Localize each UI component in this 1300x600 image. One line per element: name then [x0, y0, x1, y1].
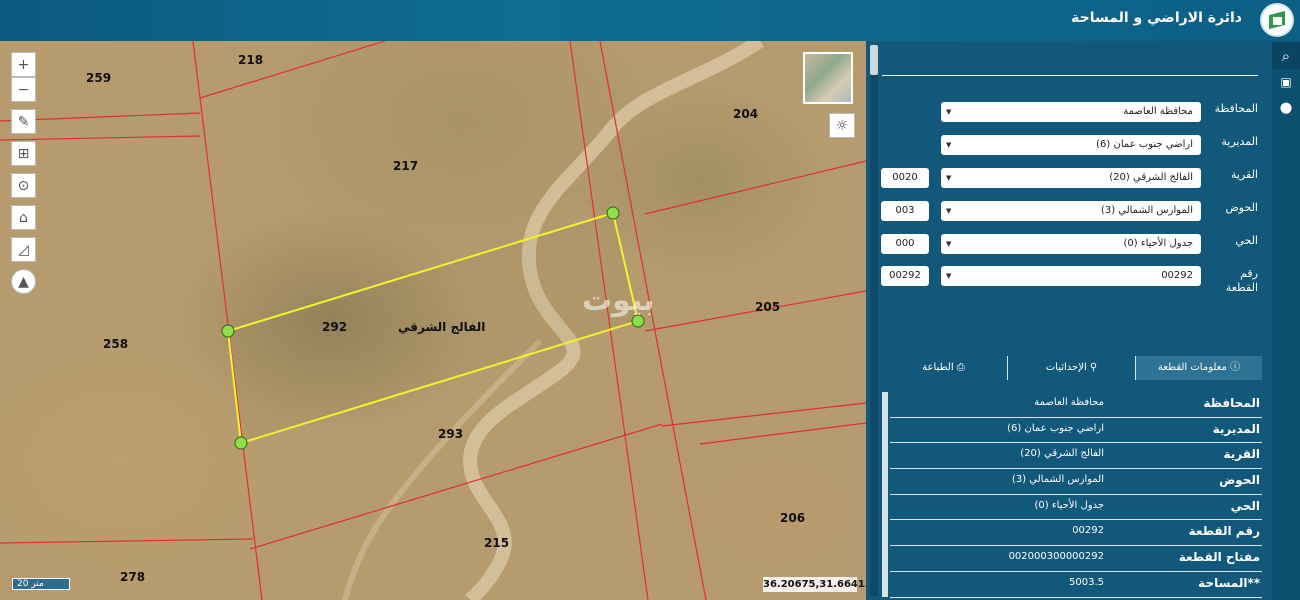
- parcel-label-206: 206: [780, 511, 806, 525]
- measure-icon[interactable]: ⊞: [11, 141, 36, 166]
- location-pin-icon: ⚲: [1086, 362, 1098, 373]
- table-row: مفتاح القطعة 002000300000292: [890, 546, 1262, 572]
- coordinates-readout: 36.20675,31.66413: [763, 577, 866, 592]
- basin-select[interactable]: الموارس الشمالي (3) ▼: [941, 201, 1201, 221]
- basin-code-input[interactable]: 003: [881, 201, 929, 221]
- parcel-number-select[interactable]: 00292 ▼: [941, 266, 1201, 286]
- governorate-value: محافظة العاصمة: [1123, 106, 1193, 117]
- area-icon[interactable]: ◿: [11, 237, 36, 262]
- parcel-label-218: 218: [238, 53, 264, 67]
- directorate-select[interactable]: اراضي جنوب عمان (6) ▼: [941, 135, 1201, 155]
- parcel-label-259: 259: [86, 71, 112, 85]
- chevron-down-icon: ▼: [946, 141, 952, 149]
- tab-parcel-info[interactable]: ⓘ معلومات القطعة: [1136, 356, 1262, 380]
- village-field-label: القرية: [1230, 168, 1258, 181]
- directorate-label: المديرية: [1221, 135, 1258, 148]
- table-row: المديرية اراضي جنوب عمان (6): [890, 418, 1262, 444]
- chevron-down-icon: ▼: [946, 272, 952, 280]
- locate-icon[interactable]: ⊙: [11, 173, 36, 198]
- zoom-out-icon[interactable]: −: [11, 77, 36, 102]
- parcel-info-table: المحافظة محافظة العاصمة المديرية اراضي ج…: [890, 392, 1262, 598]
- parcel-label-258: 258: [103, 337, 129, 351]
- basin-value: الموارس الشمالي (3): [1100, 205, 1193, 216]
- parcel-label-204: 204: [733, 107, 759, 121]
- village-value: الفالج الشرقي (20): [1109, 172, 1193, 183]
- app-title: دائرة الاراضي و المساحة: [1071, 10, 1242, 26]
- table-row: المحافظة محافظة العاصمة: [890, 392, 1262, 418]
- table-row: **المساحة 5003.5: [890, 572, 1262, 598]
- dls-logo-icon[interactable]: [1260, 3, 1294, 37]
- location-pin-icon[interactable]: ⬤: [1272, 95, 1300, 121]
- panel-scrollbar[interactable]: [870, 45, 878, 596]
- parcel-label-217: 217: [393, 159, 419, 173]
- printer-icon: ⎙: [953, 362, 965, 373]
- home-icon[interactable]: ⌂: [11, 205, 36, 230]
- table-row: الحوض الموارس الشمالي (3): [890, 469, 1262, 495]
- parcel-label-293: 293: [438, 427, 464, 441]
- district-value: جدول الأحياء (0): [1123, 238, 1194, 249]
- app-header: دائرة الاراضي و المساحة: [0, 0, 1300, 41]
- overview-minimap[interactable]: [803, 52, 853, 104]
- governorate-select[interactable]: محافظة العاصمة ▼: [941, 102, 1201, 122]
- parcel-number-label: رقم القطعة: [1225, 267, 1258, 294]
- info-tabs: ⎙ الطباعة ⚲ الإحداثيات ⓘ معلومات القطعة: [880, 356, 1262, 380]
- table-row: القرية الفالج الشرقي (20): [890, 443, 1262, 470]
- panel-scroll-thumb[interactable]: [870, 45, 878, 75]
- table-row: الحي جدول الأحياء (0): [890, 495, 1262, 521]
- village-label: الفالج الشرقي: [398, 320, 486, 334]
- tab-coordinates[interactable]: ⚲ الإحداثيات: [1008, 356, 1135, 380]
- parcel-number-input[interactable]: 00292: [881, 266, 929, 286]
- basin-label: الحوض: [1225, 201, 1259, 214]
- district-code-input[interactable]: 000: [881, 234, 929, 254]
- compass-icon[interactable]: ▲: [11, 269, 36, 294]
- tool-strip: ⌕ ▣ ⬤: [1272, 41, 1300, 600]
- watermark: بيوت: [582, 283, 655, 318]
- map-view[interactable]: 218 259 217 204 292 205 258 293 206 215 …: [0, 41, 866, 600]
- village-select[interactable]: الفالج الشرقي (20) ▼: [941, 168, 1201, 188]
- parcel-label-292: 292: [322, 320, 348, 334]
- governorate-label: المحافظة: [1214, 102, 1258, 115]
- parcel-label-278: 278: [120, 570, 146, 584]
- layers-icon[interactable]: ▣: [1272, 69, 1300, 95]
- chevron-down-icon: ▼: [946, 207, 952, 215]
- chevron-down-icon: ▼: [946, 108, 952, 116]
- parcel-label-205: 205: [755, 300, 781, 314]
- district-select[interactable]: جدول الأحياء (0) ▼: [941, 234, 1201, 254]
- info-icon: ⓘ: [1226, 362, 1241, 373]
- panel-divider: [882, 75, 1258, 76]
- chevron-down-icon: ▼: [946, 240, 952, 248]
- side-panel: المحافظة محافظة العاصمة ▼ المديرية اراضي…: [866, 41, 1272, 600]
- chevron-down-icon: ▼: [946, 174, 952, 182]
- basemap-brightness-icon[interactable]: ☼: [829, 113, 855, 138]
- village-code-input[interactable]: 0020: [881, 168, 929, 188]
- draw-icon[interactable]: ✎: [11, 109, 36, 134]
- parcel-label-215: 215: [484, 536, 510, 550]
- parcel-number-value: 00292: [1161, 270, 1193, 281]
- district-label: الحي: [1235, 234, 1258, 247]
- directorate-value: اراضي جنوب عمان (6): [1096, 139, 1193, 150]
- search-icon[interactable]: ⌕: [1272, 43, 1300, 69]
- zoom-in-icon[interactable]: +: [11, 52, 36, 77]
- scale-bar: 20 متر: [12, 578, 70, 590]
- table-row: رقم القطعة 00292: [890, 520, 1262, 547]
- info-scrollbar[interactable]: [882, 392, 888, 597]
- tab-print[interactable]: ⎙ الطباعة: [880, 356, 1007, 380]
